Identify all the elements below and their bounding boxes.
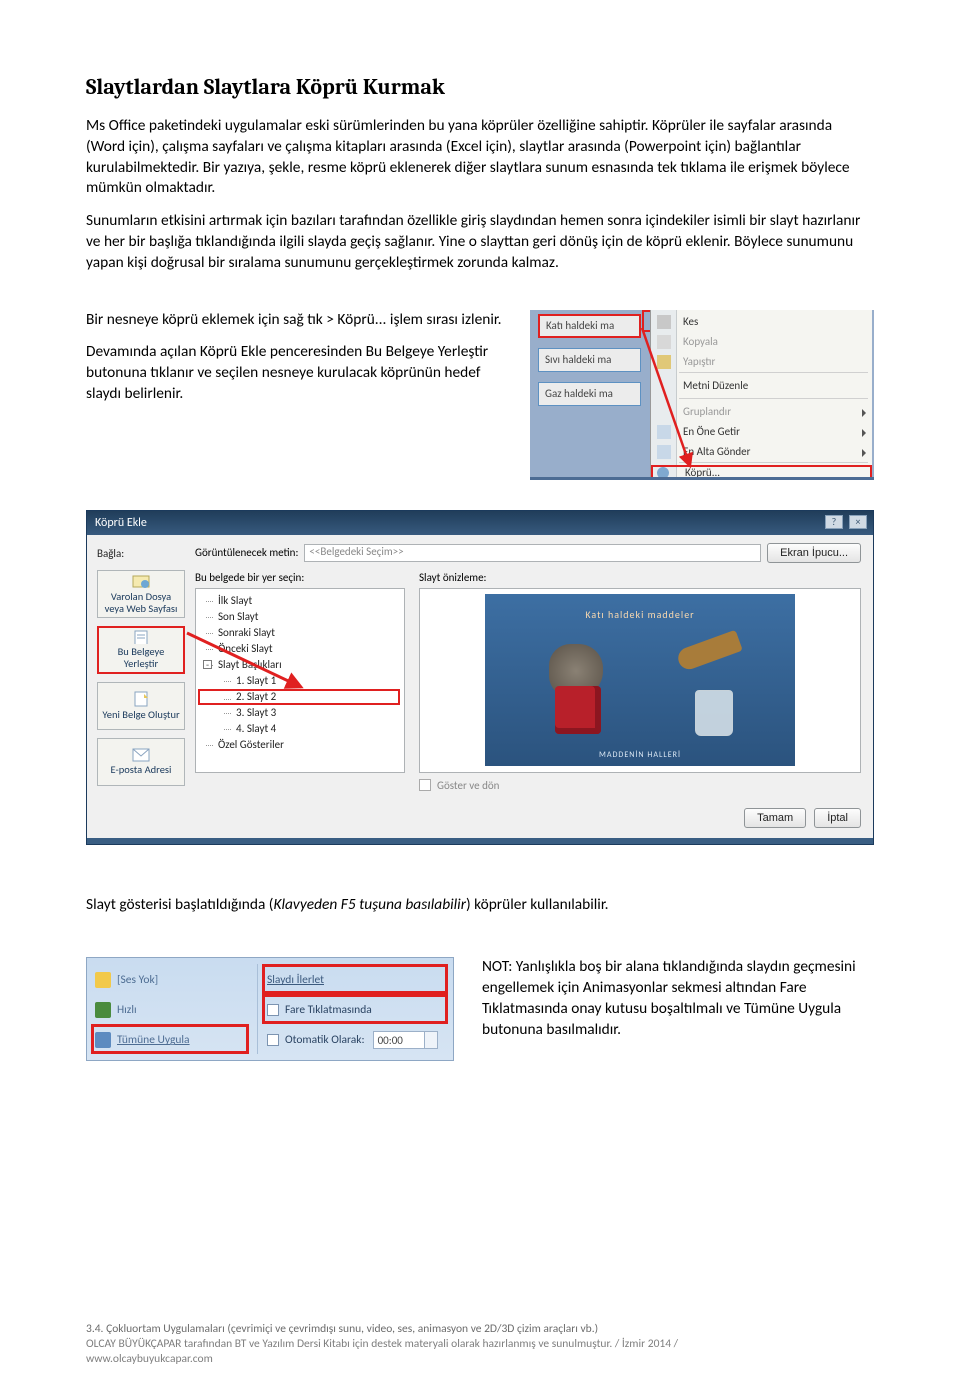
file-web-icon bbox=[132, 573, 150, 589]
menu-item-back-label: En Alta Gönder bbox=[683, 445, 750, 458]
menu-item-cut[interactable]: Kes bbox=[651, 312, 872, 332]
highlight-box-advance bbox=[262, 964, 448, 994]
chevron-right-icon bbox=[862, 429, 866, 437]
sound-dropdown[interactable]: [Ses Yok] bbox=[117, 973, 158, 987]
sidebar-email[interactable]: E-posta Adresi bbox=[97, 738, 185, 786]
section-context-menu: Bir nesneye köprü eklemek için sağ tık >… bbox=[86, 310, 874, 480]
tree-first-slide[interactable]: İlk Slayt bbox=[200, 593, 404, 609]
section-animation-settings: [Ses Yok] Slaydı İlerlet Hızlı Fare Tıkl… bbox=[86, 957, 874, 1061]
highlight-box-applyall bbox=[91, 1024, 249, 1054]
tree-slide-2[interactable]: 2. Slayt 2 bbox=[198, 689, 400, 705]
help-button[interactable]: ? bbox=[825, 515, 843, 529]
menu-item-edit-text[interactable]: Metni Düzenle bbox=[651, 376, 872, 396]
sidebar-this-document-label: Bu Belgeye Yerleştir bbox=[101, 646, 181, 669]
menu-item-bring-front[interactable]: En Öne Getir bbox=[651, 422, 872, 442]
ok-button[interactable]: Tamam bbox=[744, 808, 806, 828]
menu-item-group[interactable]: Gruplandır bbox=[651, 402, 872, 422]
chevron-right-icon bbox=[862, 449, 866, 457]
animation-toolbar-figure: [Ses Yok] Slaydı İlerlet Hızlı Fare Tıkl… bbox=[86, 957, 454, 1061]
menu-item-group-label: Gruplandır bbox=[683, 405, 731, 418]
slide-shape-1: Katı haldeki ma bbox=[538, 314, 641, 338]
hyperlink-dialog: Köprü Ekle ? × Bağla: Varolan Dosya veya… bbox=[86, 510, 874, 845]
tree-slide-3[interactable]: 3. Slayt 3 bbox=[200, 705, 404, 721]
slide-shape-3: Gaz haldeki ma bbox=[538, 382, 641, 406]
sidebar-new-document[interactable]: Yeni Belge Oluştur bbox=[97, 682, 185, 730]
paragraph-2: Sunumların etkisini artırmak için bazıla… bbox=[86, 211, 874, 273]
dialog-titlebar: Köprü Ekle ? × bbox=[87, 511, 873, 535]
f5-hint: Klavyeden F5 tuşuna basılabilir bbox=[273, 895, 466, 914]
hyperlink-dialog-figure: Köprü Ekle ? × Bağla: Varolan Dosya veya… bbox=[86, 510, 874, 845]
sidebar-existing-file[interactable]: Varolan Dosya veya Web Sayfası bbox=[97, 570, 185, 618]
speed-dropdown[interactable]: Hızlı bbox=[117, 1003, 137, 1017]
tree-slide-1[interactable]: 1. Slayt 1 bbox=[200, 673, 404, 689]
spoon-icon bbox=[675, 630, 743, 673]
auto-time-field[interactable]: 00:00 bbox=[373, 1031, 438, 1049]
footer-line-1: 3.4. Çokluortam Uygulamaları (çevrimiçi … bbox=[86, 1322, 874, 1337]
display-text-label: Görüntülenecek metin: bbox=[195, 546, 298, 559]
preview-slide-footer: MADDENİN HALLERİ bbox=[599, 750, 681, 760]
tree-last-slide[interactable]: Son Slayt bbox=[200, 609, 404, 625]
tree-slide-titles[interactable]: - Slayt Başlıkları bbox=[200, 657, 404, 673]
menu-item-send-back[interactable]: En Alta Gönder bbox=[651, 442, 872, 462]
highlight-box-mouseclick bbox=[262, 994, 448, 1024]
page-title: Slaytlardan Slaytlara Köprü Kurmak bbox=[86, 74, 874, 100]
context-menu-figure: Katı haldeki ma Sıvı haldeki ma Gaz hald… bbox=[530, 310, 874, 480]
sidebar-existing-file-label: Varolan Dosya veya Web Sayfası bbox=[100, 591, 182, 614]
page-footer: 3.4. Çokluortam Uygulamaları (çevrimiçi … bbox=[86, 1322, 874, 1367]
show-return-label: Göster ve dön bbox=[437, 779, 499, 792]
context-menu: Kes Kopyala Yapıştır Metni Düzenle Grupl… bbox=[650, 310, 872, 480]
connect-label: Bağla: bbox=[97, 547, 185, 560]
paragraph-5: Slayt gösterisi başlatıldığında (Klavyed… bbox=[86, 895, 874, 916]
slide-shape-2: Sıvı haldeki ma bbox=[538, 348, 641, 372]
note-paragraph: NOT: Yanlışlıkla boş bir alana tıklandığ… bbox=[482, 957, 874, 1040]
sidebar-new-document-label: Yeni Belge Oluştur bbox=[102, 709, 179, 721]
dialog-sidebar: Bağla: Varolan Dosya veya Web Sayfası Bu… bbox=[97, 543, 185, 792]
tree-next-slide[interactable]: Sonraki Slayt bbox=[200, 625, 404, 641]
auto-label: Otomatik Olarak: bbox=[285, 1033, 365, 1047]
slide-preview: Katı haldeki maddeler MADDENİN HALLERİ bbox=[419, 588, 861, 773]
tree-label: Bu belgede bir yer seçin: bbox=[195, 571, 405, 584]
sidebar-email-label: E-posta Adresi bbox=[111, 764, 172, 776]
screen-tip-button[interactable]: Ekran İpucu... bbox=[767, 543, 861, 563]
paragraph-4: Devamında açılan Köprü Ekle penceresinde… bbox=[86, 342, 512, 404]
dialog-title: Köprü Ekle bbox=[95, 516, 147, 530]
preview-label: Slayt önizleme: bbox=[419, 571, 861, 584]
preview-slide-title: Katı haldeki maddeler bbox=[585, 608, 694, 621]
menu-item-copy[interactable]: Kopyala bbox=[651, 332, 872, 352]
chevron-right-icon bbox=[862, 409, 866, 417]
new-doc-icon bbox=[132, 691, 150, 707]
show-return-checkbox[interactable] bbox=[419, 779, 431, 791]
menu-item-paste[interactable]: Yapıştır bbox=[651, 352, 872, 372]
footer-line-2: OLCAY BÜYÜKÇAPAR tarafından BT ve Yazılı… bbox=[86, 1337, 874, 1352]
location-tree[interactable]: İlk Slayt Son Slayt Sonraki Slayt Önceki… bbox=[195, 588, 405, 773]
sidebar-this-document[interactable]: Bu Belgeye Yerleştir bbox=[97, 626, 185, 674]
auto-checkbox[interactable] bbox=[267, 1034, 279, 1046]
tree-custom-shows[interactable]: Özel Gösteriler bbox=[200, 737, 404, 753]
speed-icon bbox=[95, 1002, 111, 1018]
document-icon bbox=[132, 630, 150, 645]
book-icon bbox=[555, 686, 601, 734]
menu-item-hyperlink[interactable]: Köprü... bbox=[651, 465, 872, 480]
paragraph-1: Ms Office paketindeki uygulamalar eski s… bbox=[86, 116, 874, 199]
menu-item-front-label: En Öne Getir bbox=[683, 425, 740, 438]
cancel-button[interactable]: İptal bbox=[814, 808, 861, 828]
display-text-input[interactable]: <<Belgedeki Seçim>> bbox=[304, 544, 761, 562]
email-icon bbox=[132, 748, 150, 762]
tree-slide-4[interactable]: 4. Slayt 4 bbox=[200, 721, 404, 737]
tree-prev-slide[interactable]: Önceki Slayt bbox=[200, 641, 404, 657]
paragraph-3: Bir nesneye köprü eklemek için sağ tık >… bbox=[86, 310, 512, 331]
glass-icon bbox=[695, 690, 733, 736]
footer-line-3: www.olcaybuyukcapar.com bbox=[86, 1352, 874, 1367]
close-button[interactable]: × bbox=[849, 515, 867, 529]
sound-icon bbox=[95, 972, 111, 988]
